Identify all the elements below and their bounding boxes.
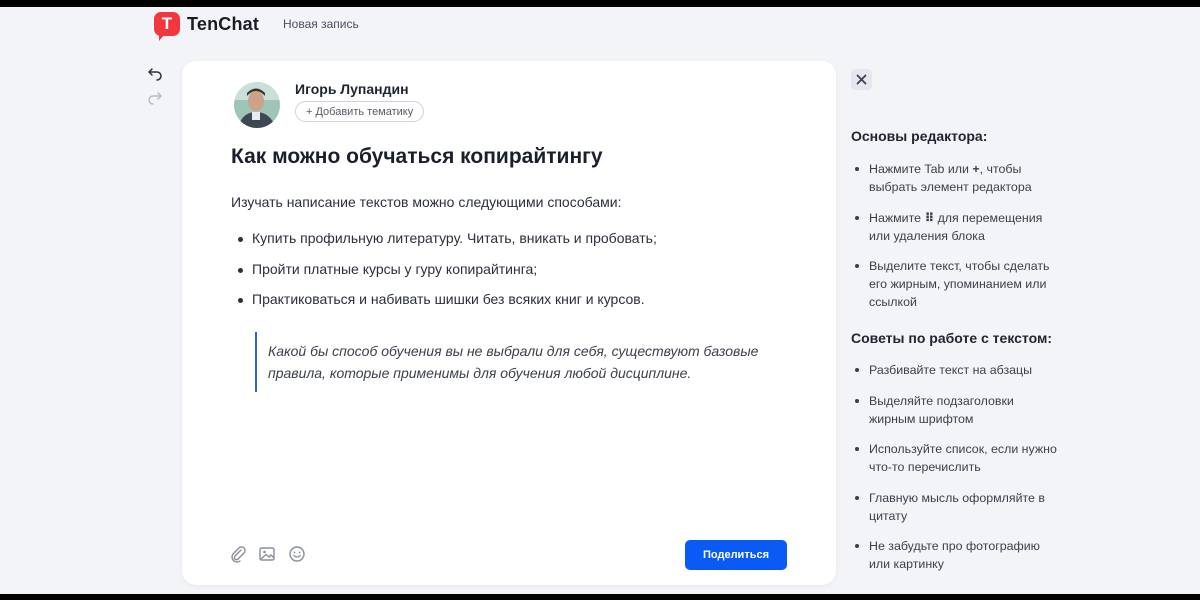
post-editor-card: Игорь Лупандин + Добавить тематику Как м… [182, 61, 836, 585]
tip-item: Не забудьте про фотографию или картинку [851, 537, 1061, 573]
help-item: Нажмите ⠿ для перемещения или удаления б… [851, 209, 1061, 245]
tip-item: Разбивайте текст на абзацы [851, 361, 1061, 379]
tip-item: Используйте список, если нужно что-то пе… [851, 440, 1061, 476]
redo-icon[interactable] [147, 89, 163, 105]
paperclip-icon[interactable] [229, 545, 247, 563]
post-bullet-list: Купить профильную литературу. Читать, вн… [231, 230, 657, 322]
emoji-icon[interactable] [288, 545, 306, 563]
add-topic-button[interactable]: + Добавить тематику [295, 101, 425, 122]
text-tips-title: Советы по работе с текстом: [851, 330, 1052, 346]
tenchat-logo[interactable]: T TenChat [154, 12, 260, 41]
avatar-photo-icon [234, 82, 280, 128]
list-item[interactable]: Пройти платные курсы у гуру копирайтинга… [231, 261, 657, 292]
quote-line: правила, которые применимы для обучения … [268, 365, 692, 381]
post-quote-block[interactable]: Какой бы способ обучения вы не выбрали д… [255, 332, 795, 392]
help-item: Выделите текст, чтобы сделать его жирным… [851, 257, 1061, 311]
page-title: Новая запись [283, 17, 359, 31]
close-icon [856, 74, 867, 85]
list-item[interactable]: Практиковаться и набивать шишки без всяк… [231, 291, 657, 322]
image-icon[interactable] [258, 545, 276, 563]
list-item[interactable]: Купить профильную литературу. Читать, вн… [231, 230, 657, 261]
post-title[interactable]: Как можно обучаться копирайтингу [231, 145, 603, 169]
tip-item: Главную мысль оформляйте в цитату [851, 489, 1061, 525]
drag-handle-icon: ⠿ [924, 210, 935, 225]
post-intro-paragraph[interactable]: Изучать написание текстов можно следующи… [231, 194, 621, 210]
plus-icon: + [972, 162, 980, 176]
undo-icon[interactable] [147, 65, 163, 81]
close-button[interactable] [851, 69, 872, 90]
help-item: Нажмите Tab или +, чтобы выбрать элемент… [851, 160, 1061, 196]
editor-basics-title: Основы редактора: [851, 128, 988, 144]
tip-item: Выделяйте подзаголовки жирным шрифтом [851, 392, 1061, 428]
app-screen: T TenChat Новая запись Игорь Лупандин + … [0, 7, 1200, 594]
author-avatar[interactable] [234, 82, 280, 128]
text-tips-panel: Советы по работе с текстом: Разбивайте т… [851, 330, 1061, 586]
help-text: Нажмите Tab или [869, 162, 973, 176]
logo-text: TenChat [187, 13, 260, 34]
author-name[interactable]: Игорь Лупандин [295, 81, 409, 97]
logo-mark-icon: T [154, 12, 180, 41]
help-text: Нажмите [869, 210, 925, 225]
share-button[interactable]: Поделиться [685, 540, 787, 570]
quote-line: Какой бы способ обучения вы не выбрали д… [268, 343, 759, 359]
editor-basics-panel: Основы редактора: Нажмите Tab или +, что… [851, 128, 1061, 324]
